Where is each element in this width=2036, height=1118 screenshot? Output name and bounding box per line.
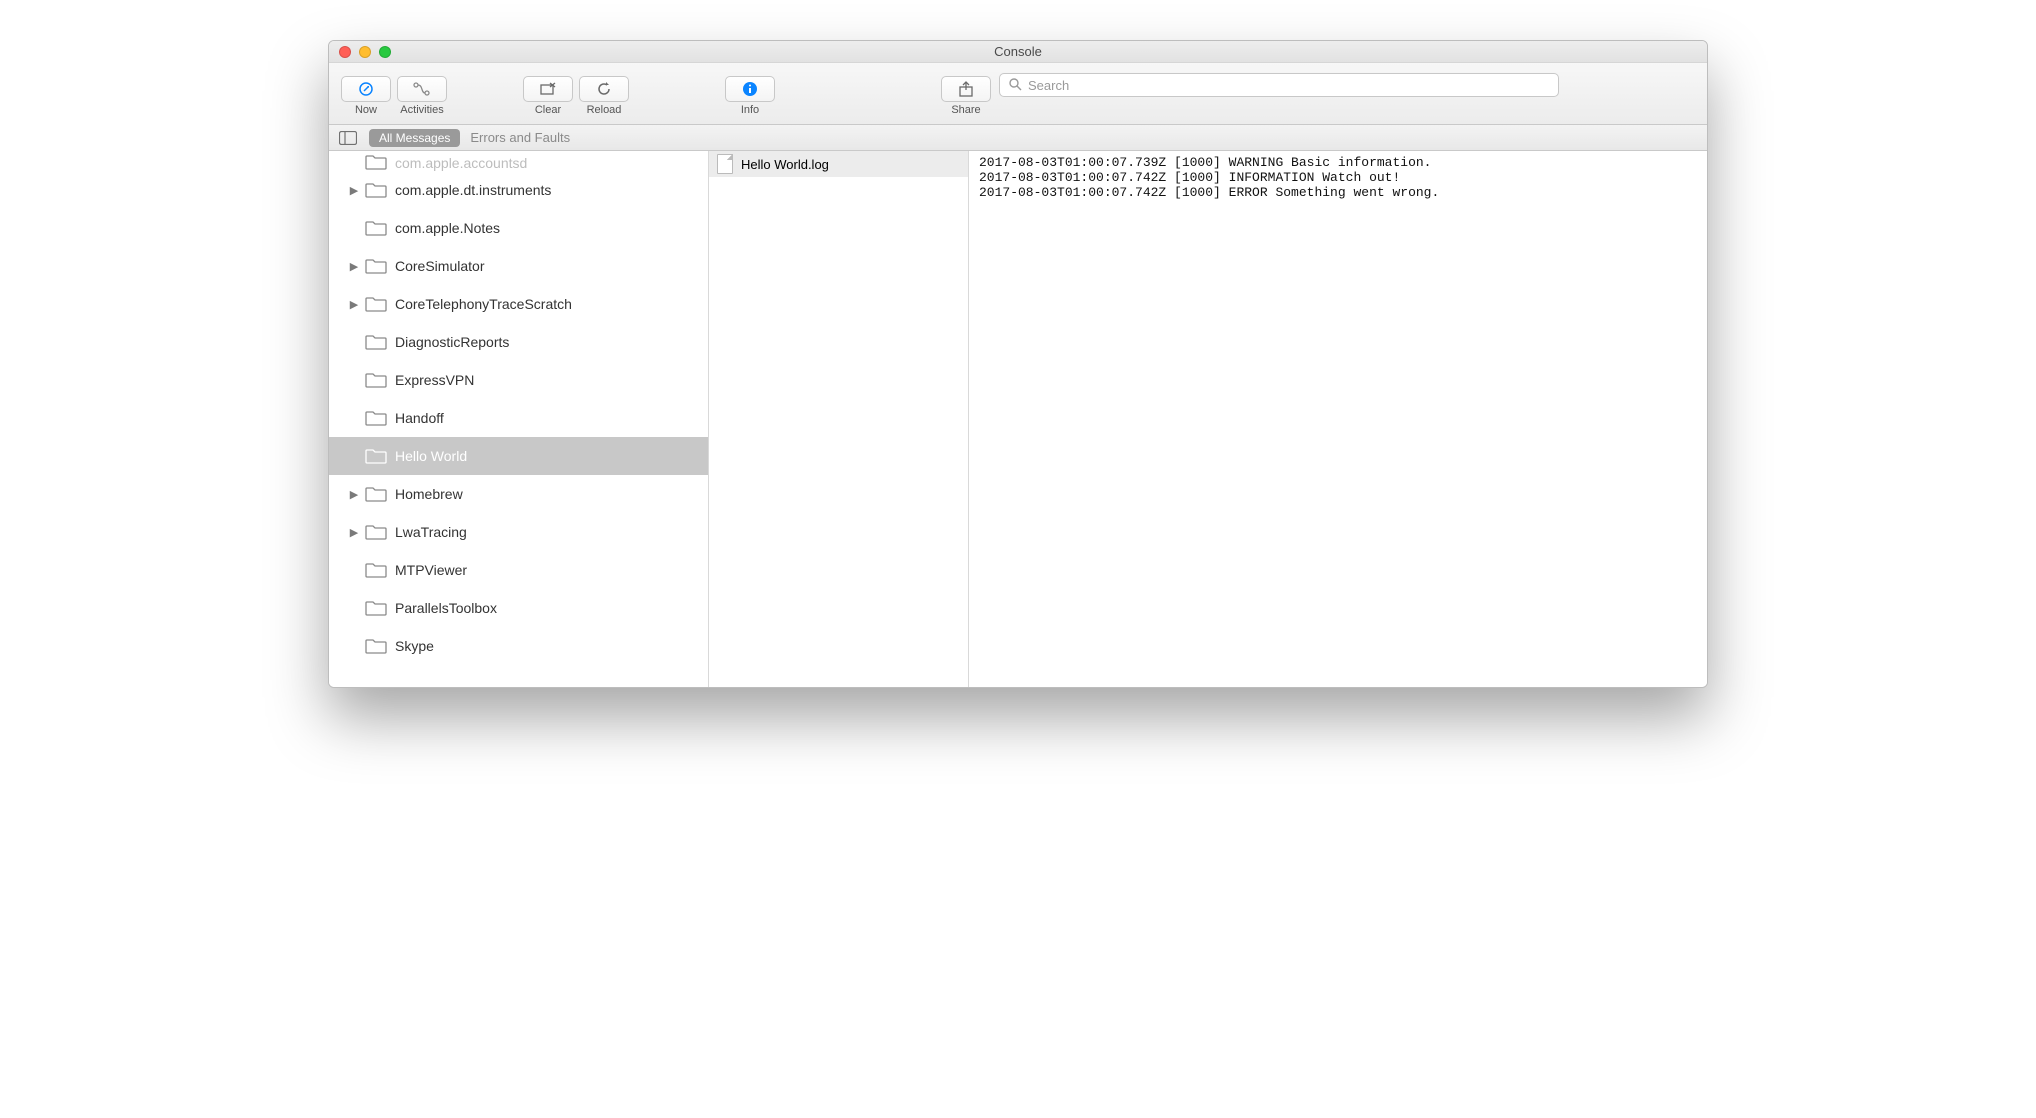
sidebar-item[interactable]: ▶ LwaTracing <box>329 513 708 551</box>
folder-icon <box>365 561 387 579</box>
window-title: Console <box>329 44 1707 59</box>
search-icon <box>1008 77 1022 94</box>
sidebar-item-label: Handoff <box>393 410 444 426</box>
folder-icon <box>365 153 387 171</box>
sidebar-item[interactable]: ▶com.apple.accountsd <box>329 151 708 171</box>
window-controls <box>329 46 391 58</box>
reload-icon <box>595 80 613 98</box>
file-name: Hello World.log <box>741 157 829 172</box>
now-label: Now <box>355 104 377 116</box>
sidebar-item-label: com.apple.accountsd <box>393 155 527 171</box>
share-button[interactable] <box>941 76 991 102</box>
folder-icon <box>365 295 387 313</box>
sidebar-item-label: ParallelsToolbox <box>393 600 497 616</box>
folder-icon <box>365 523 387 541</box>
toolbar: Now Activities Clear <box>329 63 1707 125</box>
sidebar-item-label: MTPViewer <box>393 562 467 578</box>
reload-label: Reload <box>587 104 622 116</box>
info-button[interactable] <box>725 76 775 102</box>
titlebar: Console <box>329 41 1707 63</box>
folder-icon <box>365 485 387 503</box>
folder-icon <box>365 181 387 199</box>
share-icon <box>958 80 974 98</box>
file-row[interactable]: Hello World.log <box>709 151 968 177</box>
now-icon <box>357 80 375 98</box>
sidebar-toggle-button[interactable] <box>337 129 359 147</box>
sidebar-item[interactable]: ▶Hello World <box>329 437 708 475</box>
minimize-button[interactable] <box>359 46 371 58</box>
sidebar-item[interactable]: ▶ExpressVPN <box>329 361 708 399</box>
sidebar-item[interactable]: ▶DiagnosticReports <box>329 323 708 361</box>
search-placeholder: Search <box>1028 78 1069 93</box>
sidebar-item-label: ExpressVPN <box>393 372 474 388</box>
console-window: Console Now Activities <box>328 40 1708 688</box>
file-list[interactable]: Hello World.log <box>709 151 969 687</box>
sidebar-item[interactable]: ▶ com.apple.dt.instruments <box>329 171 708 209</box>
sidebar-item-label: Hello World <box>393 448 467 464</box>
sidebar-item[interactable]: ▶ CoreSimulator <box>329 247 708 285</box>
filter-bar: All Messages Errors and Faults <box>329 125 1707 151</box>
tab-errors-and-faults[interactable]: Errors and Faults <box>470 130 570 145</box>
now-button[interactable] <box>341 76 391 102</box>
disclosure-triangle-icon[interactable]: ▶ <box>349 184 359 197</box>
disclosure-triangle-icon[interactable]: ▶ <box>349 488 359 501</box>
folder-icon <box>365 599 387 617</box>
search-field[interactable]: Search <box>999 73 1559 97</box>
sidebar-item-label: com.apple.dt.instruments <box>393 182 551 198</box>
activities-icon <box>412 81 432 97</box>
tab-all-messages[interactable]: All Messages <box>369 129 460 147</box>
sidebar-item-label: Homebrew <box>393 486 463 502</box>
folder-icon <box>365 447 387 465</box>
clear-button[interactable] <box>523 76 573 102</box>
folder-icon <box>365 409 387 427</box>
folder-icon <box>365 371 387 389</box>
info-icon <box>741 80 759 98</box>
clear-icon <box>538 81 558 97</box>
sidebar-item-label: com.apple.Notes <box>393 220 500 236</box>
main-area: ▶com.apple.accountsd▶com.apple.dt.instru… <box>329 151 1707 687</box>
disclosure-triangle-icon[interactable]: ▶ <box>349 260 359 273</box>
sidebar-item[interactable]: ▶MTPViewer <box>329 551 708 589</box>
folder-icon <box>365 257 387 275</box>
disclosure-triangle-icon[interactable]: ▶ <box>349 526 359 539</box>
folder-icon <box>365 637 387 655</box>
activities-label: Activities <box>400 104 443 116</box>
reload-button[interactable] <box>579 76 629 102</box>
disclosure-triangle-icon[interactable]: ▶ <box>349 298 359 311</box>
close-button[interactable] <box>339 46 351 58</box>
zoom-button[interactable] <box>379 46 391 58</box>
sidebar[interactable]: ▶com.apple.accountsd▶com.apple.dt.instru… <box>329 151 709 687</box>
share-label: Share <box>951 104 980 116</box>
sidebar-item[interactable]: ▶ Homebrew <box>329 475 708 513</box>
sidebar-item-label: Skype <box>393 638 434 654</box>
sidebar-item[interactable]: ▶ CoreTelephonyTraceScratch <box>329 285 708 323</box>
clear-label: Clear <box>535 104 561 116</box>
document-icon <box>717 154 733 174</box>
sidebar-item-label: DiagnosticReports <box>393 334 509 350</box>
activities-button[interactable] <box>397 76 447 102</box>
info-label: Info <box>741 104 759 116</box>
sidebar-item[interactable]: ▶com.apple.Notes <box>329 209 708 247</box>
sidebar-item-label: CoreSimulator <box>393 258 484 274</box>
sidebar-item[interactable]: ▶ParallelsToolbox <box>329 589 708 627</box>
sidebar-item[interactable]: ▶Handoff <box>329 399 708 437</box>
sidebar-item-label: CoreTelephonyTraceScratch <box>393 296 572 312</box>
sidebar-item-label: LwaTracing <box>393 524 467 540</box>
folder-icon <box>365 333 387 351</box>
log-pane[interactable]: 2017-08-03T01:00:07.739Z [1000] WARNING … <box>969 151 1707 687</box>
folder-icon <box>365 219 387 237</box>
sidebar-item[interactable]: ▶Skype <box>329 627 708 665</box>
